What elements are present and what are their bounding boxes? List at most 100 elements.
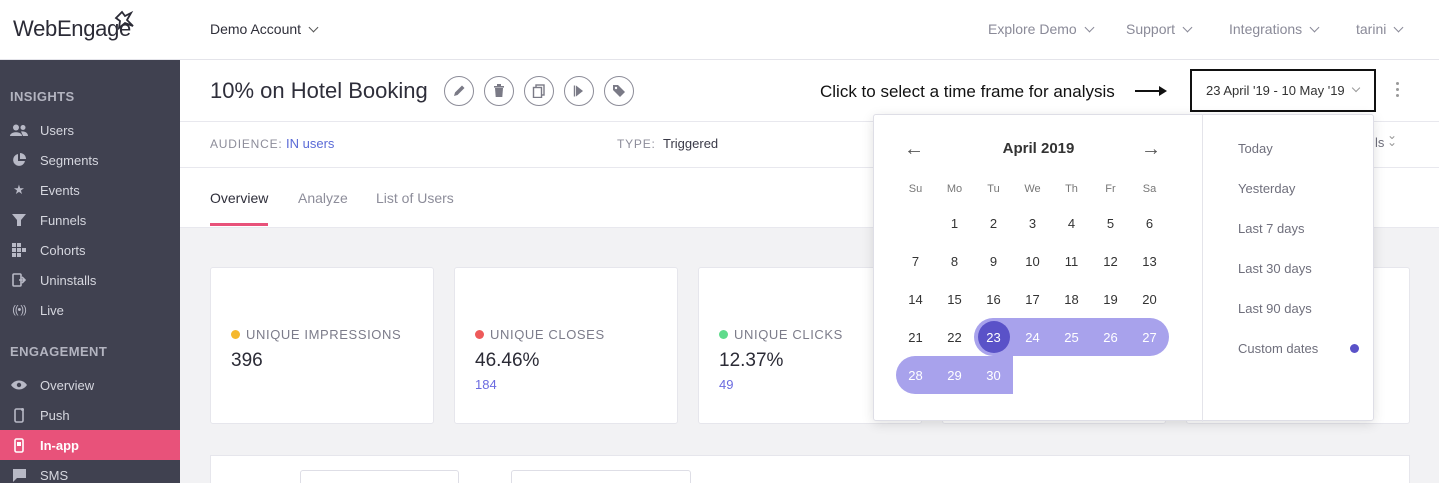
sidebar-item-live[interactable]: ((•)) Live (0, 295, 180, 325)
sidebar-item-label: Live (40, 302, 64, 318)
filter-input[interactable] (300, 470, 459, 483)
sidebar-item-label: Push (40, 407, 70, 423)
preset-last-90-days[interactable]: Last 90 days (1238, 301, 1312, 316)
calendar-day[interactable]: 4 (1052, 204, 1091, 242)
calendar-day[interactable]: 28 (896, 356, 935, 394)
users-icon (10, 123, 28, 137)
weekday-label: Sa (1142, 183, 1157, 195)
calendar-day-selected[interactable]: 23 (974, 318, 1013, 356)
calendar-day[interactable]: 15 (935, 280, 974, 318)
edit-button[interactable] (444, 76, 474, 106)
calendar: ← April 2019 → Su Mo Tu We Th Fr Sa 1 2 … (874, 115, 1203, 422)
stat-value: 46.46% (475, 350, 540, 371)
sidebar-item-funnels[interactable]: Funnels (0, 205, 180, 235)
chevron-down-icon (1393, 22, 1404, 33)
calendar-day[interactable]: 3 (1013, 204, 1052, 242)
sidebar: INSIGHTS Users Segments ★ Events Funnels… (0, 60, 180, 483)
duplicate-button[interactable] (524, 76, 554, 106)
copy-icon (532, 84, 545, 98)
page-title: 10% on Hotel Booking (210, 78, 428, 103)
preset-today[interactable]: Today (1238, 141, 1273, 156)
analytics-panel (210, 455, 1410, 483)
nav-explore-demo[interactable]: Explore Demo (988, 21, 1095, 37)
sidebar-item-label: Cohorts (40, 242, 86, 258)
annotation-text: Click to select a time frame for analysi… (820, 82, 1115, 101)
calendar-day[interactable]: 7 (896, 242, 935, 280)
calendar-day[interactable]: 8 (935, 242, 974, 280)
type-value: Triggered (663, 136, 719, 151)
sidebar-item-in-app[interactable]: In-app (0, 430, 180, 460)
date-range-picker[interactable]: 23 April '19 - 10 May '19 (1190, 69, 1376, 112)
calendar-day[interactable]: 12 (1091, 242, 1130, 280)
sidebar-item-push[interactable]: Push (0, 400, 180, 430)
calendar-day[interactable]: 9 (974, 242, 1013, 280)
tab-overview[interactable]: Overview (210, 190, 269, 226)
weekday-label: Fr (1105, 183, 1116, 195)
calendar-day[interactable]: 26 (1091, 318, 1130, 356)
stat-count: 49 (719, 377, 734, 392)
sidebar-item-uninstalls[interactable]: Uninstalls (0, 265, 180, 295)
stat-value: 396 (231, 350, 263, 371)
calendar-day[interactable]: 5 (1091, 204, 1130, 242)
calendar-day[interactable]: 18 (1052, 280, 1091, 318)
calendar-day[interactable]: 14 (896, 280, 935, 318)
status-dot (475, 330, 484, 339)
double-chevron-down-icon: ⌄ ⌄ (1387, 128, 1398, 149)
nav-support[interactable]: Support (1126, 21, 1193, 37)
chevron-down-icon (1351, 83, 1360, 92)
play-button[interactable] (564, 76, 594, 106)
calendar-day[interactable]: 24 (1013, 318, 1052, 356)
delete-button[interactable] (484, 76, 514, 106)
sidebar-item-sms[interactable]: SMS (0, 460, 180, 483)
details-toggle[interactable]: ls ⌄ ⌄ (1375, 129, 1397, 150)
calendar-day[interactable]: 13 (1130, 242, 1169, 280)
preset-yesterday[interactable]: Yesterday (1238, 181, 1295, 196)
next-month-button[interactable]: → (1141, 138, 1161, 161)
calendar-day[interactable]: 30 (974, 356, 1013, 394)
sidebar-item-cohorts[interactable]: Cohorts (0, 235, 180, 265)
broadcast-icon: ((•)) (12, 304, 27, 316)
calendar-day[interactable]: 16 (974, 280, 1013, 318)
preset-custom-dates[interactable]: Custom dates (1238, 341, 1318, 356)
calendar-day[interactable]: 27 (1130, 318, 1169, 356)
calendar-day[interactable]: 2 (974, 204, 1013, 242)
calendar-day[interactable]: 17 (1013, 280, 1052, 318)
type-label: TYPE: (617, 137, 656, 151)
sidebar-item-events[interactable]: ★ Events (0, 175, 180, 205)
sidebar-item-segments[interactable]: Segments (0, 145, 180, 175)
sidebar-item-overview[interactable]: Overview (0, 370, 180, 400)
calendar-day[interactable]: 11 (1052, 242, 1091, 280)
calendar-day[interactable]: 21 (896, 318, 935, 356)
sidebar-item-label: SMS (40, 467, 69, 483)
selected-indicator (1350, 344, 1359, 353)
calendar-day[interactable]: 29 (935, 356, 974, 394)
date-range-value: 23 April '19 - 10 May '19 (1206, 83, 1345, 98)
stat-card-closes: UNIQUE CLOSES 46.46% 184 (454, 267, 678, 424)
tab-analyze[interactable]: Analyze (298, 190, 348, 206)
calendar-day[interactable]: 25 (1052, 318, 1091, 356)
chevron-down-icon (1309, 22, 1320, 33)
user-menu[interactable]: tarini (1356, 21, 1404, 37)
sidebar-item-users[interactable]: Users (0, 115, 180, 145)
tag-button[interactable] (604, 76, 634, 106)
calendar-day[interactable]: 20 (1130, 280, 1169, 318)
account-label: Demo Account (210, 21, 302, 37)
tab-list-of-users[interactable]: List of Users (376, 190, 454, 206)
nav-integrations[interactable]: Integrations (1229, 21, 1320, 37)
status-dot (231, 330, 240, 339)
calendar-day[interactable]: 10 (1013, 242, 1052, 280)
audience-link[interactable]: IN users (286, 136, 334, 151)
more-options-icon[interactable] (1396, 82, 1400, 98)
preset-last-7-days[interactable]: Last 7 days (1238, 221, 1305, 236)
preset-last-30-days[interactable]: Last 30 days (1238, 261, 1312, 276)
eye-icon (10, 378, 28, 392)
calendar-day[interactable]: 6 (1130, 204, 1169, 242)
calendar-day[interactable]: 1 (935, 204, 974, 242)
edit-icon (454, 85, 465, 96)
account-switcher[interactable]: Demo Account (210, 21, 319, 37)
sidebar-item-label: Users (40, 122, 74, 138)
calendar-day[interactable]: 22 (935, 318, 974, 356)
filter-input[interactable] (511, 470, 691, 483)
arrow-right-icon (1135, 86, 1167, 96)
calendar-day[interactable]: 19 (1091, 280, 1130, 318)
